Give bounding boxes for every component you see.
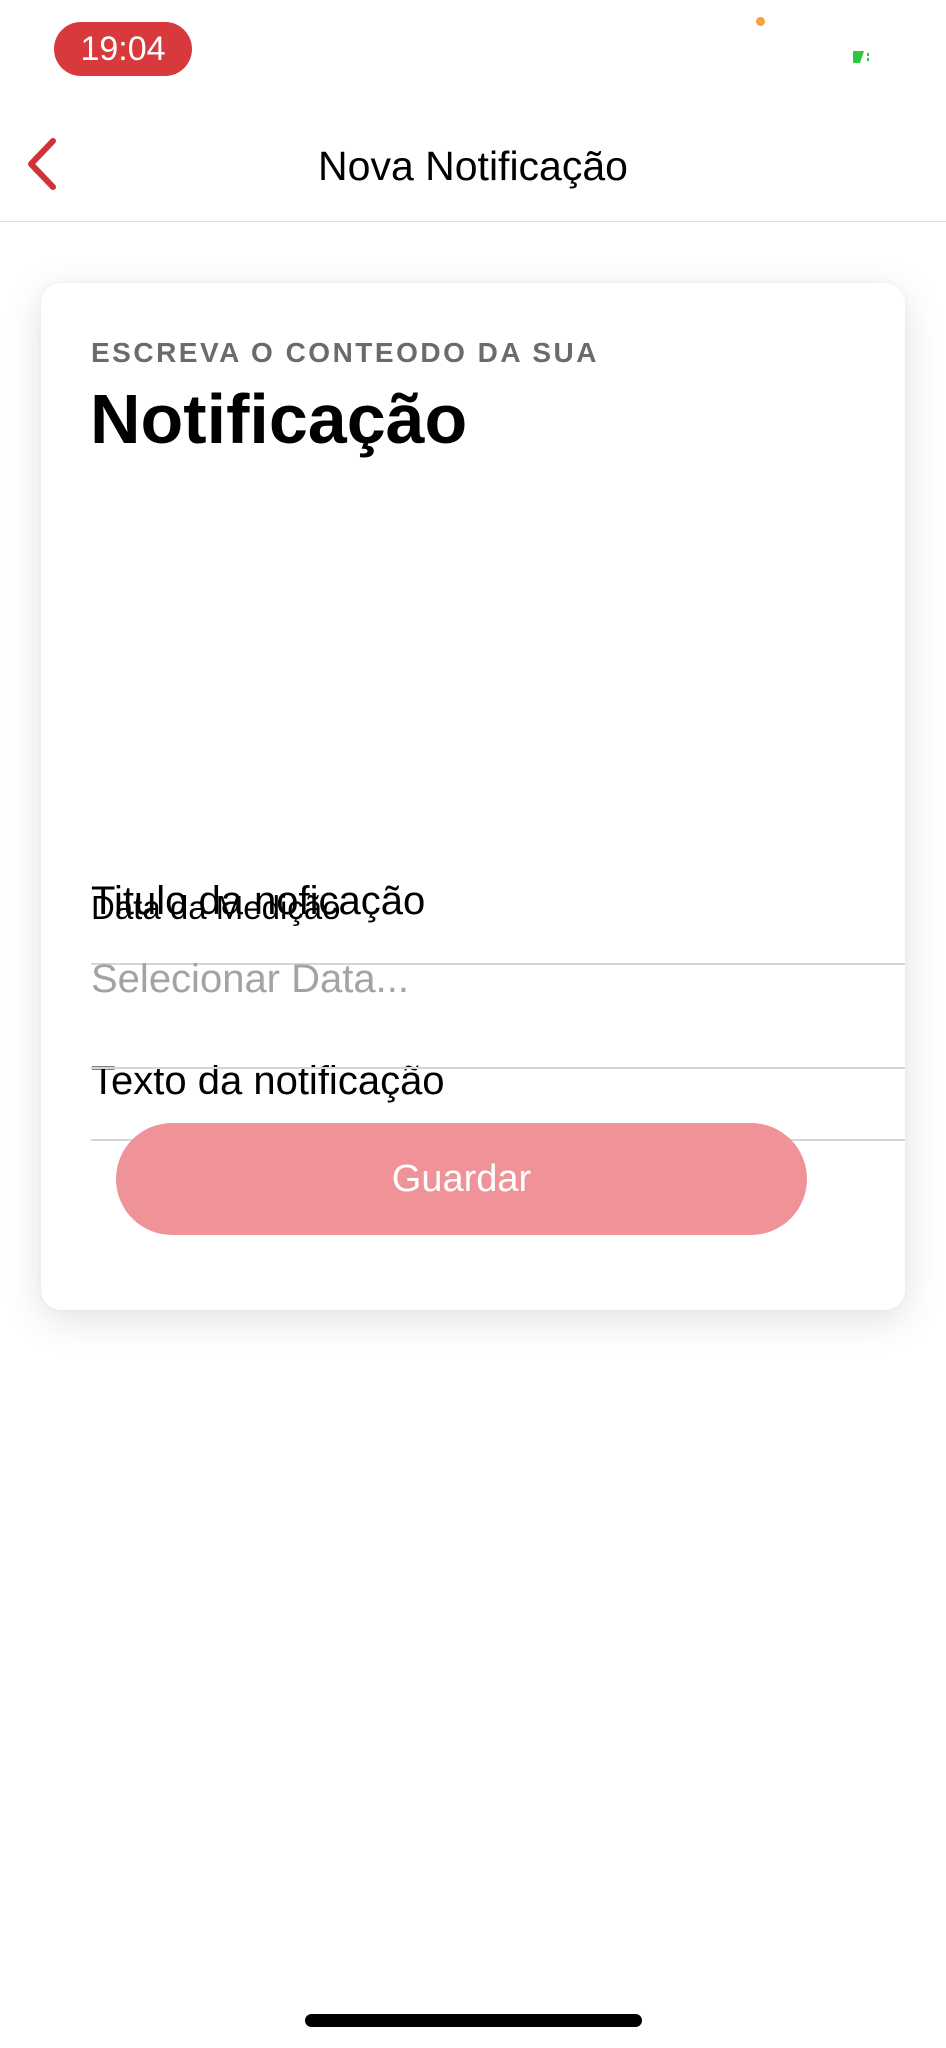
navigation-bar: Nova Notificação bbox=[0, 100, 946, 222]
notification-form-card: ESCREVA O CONTEODO DA SUA Notificação Ti… bbox=[41, 283, 905, 1310]
save-button[interactable]: Guardar bbox=[116, 1123, 807, 1235]
date-placeholder[interactable]: Selecionar Data... bbox=[91, 957, 409, 1002]
date-picker-field[interactable]: Selecionar Data... bbox=[91, 949, 905, 1069]
battery-icon bbox=[852, 50, 870, 64]
card-title: Notificação bbox=[90, 380, 468, 458]
status-bar: 19:04 bbox=[0, 0, 946, 100]
privacy-indicator-dot bbox=[756, 17, 765, 26]
card-subtitle: ESCREVA O CONTEODO DA SUA bbox=[91, 337, 599, 368]
date-field-label: Data da Medição bbox=[91, 889, 341, 926]
status-time[interactable]: 19:04 bbox=[54, 22, 192, 76]
page-title: Nova Notificação bbox=[318, 143, 628, 189]
home-indicator[interactable] bbox=[305, 2014, 642, 2027]
